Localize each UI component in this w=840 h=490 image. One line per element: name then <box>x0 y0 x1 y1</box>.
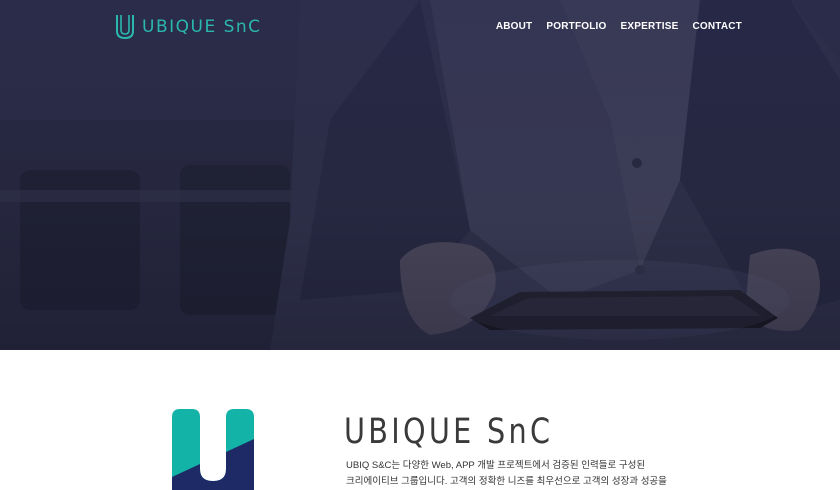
ubique-logo-icon <box>116 15 134 40</box>
about-description-line-2: 크리에이티브 그룹입니다. 고객의 정확한 니즈를 최우선으로 고객의 성장과 … <box>346 476 667 487</box>
nav-about[interactable]: ABOUT <box>496 21 533 32</box>
main-nav: ABOUT PORTFOLIO EXPERTISE CONTACT <box>496 21 742 32</box>
hero-banner: UBIQUE SnC ABOUT PORTFOLIO EXPERTISE CON… <box>0 0 840 350</box>
nav-contact[interactable]: CONTACT <box>692 21 742 32</box>
brand-u-logo-icon <box>172 409 254 490</box>
nav-expertise[interactable]: EXPERTISE <box>621 21 679 32</box>
logo-text: UBIQUE SnC <box>142 17 262 37</box>
about-title: UBIQUE SnC <box>344 412 554 452</box>
about-description: UBIQ S&C는 다양한 Web, APP 개발 프로젝트에서 검증된 인력들… <box>346 458 676 490</box>
nav-portfolio[interactable]: PORTFOLIO <box>546 21 606 32</box>
about-description-line-1: UBIQ S&C는 다양한 Web, APP 개발 프로젝트에서 검증된 인력들… <box>346 460 646 471</box>
hero-overlay <box>0 0 840 350</box>
header-logo[interactable]: UBIQUE SnC <box>114 12 262 42</box>
